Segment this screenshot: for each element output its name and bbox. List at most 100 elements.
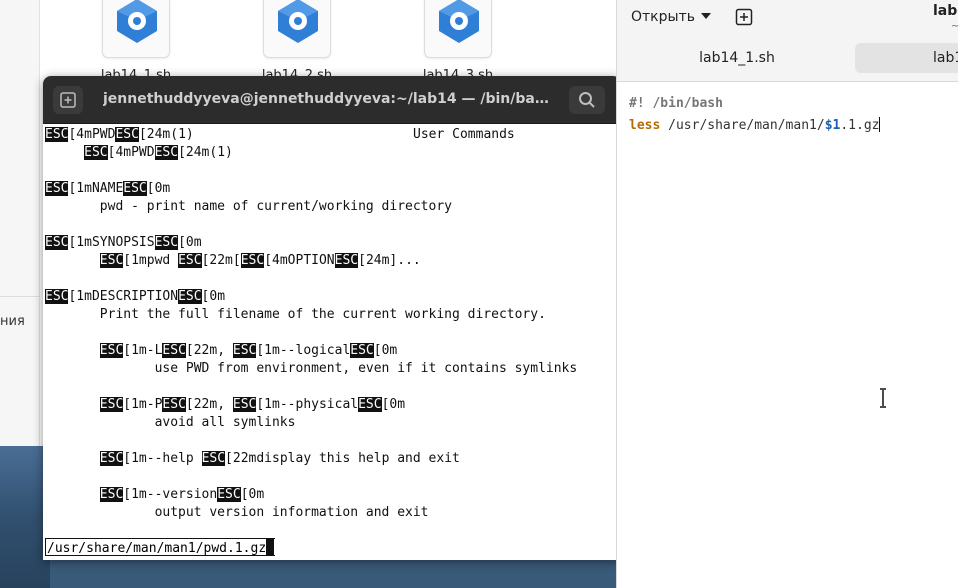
esc-marker: ESC — [162, 397, 186, 412]
code-text: .1.gz — [840, 118, 880, 133]
esc-marker: ESC — [334, 253, 359, 268]
terminal-text: [22m, — [185, 343, 233, 358]
code-line: #! /bin/bash — [629, 93, 723, 115]
new-tab-button[interactable] — [53, 86, 83, 114]
terminal-line: ESC[1mNAMEESC[0m — [43, 180, 621, 198]
terminal-text: [0m — [381, 397, 406, 412]
editor-tab-bar: lab14_1.sh lab1 — [617, 36, 958, 82]
esc-marker: ESC — [232, 397, 257, 412]
pager-prompt-text: /usr/share/man/man1/pwd.1.gz — [47, 541, 267, 556]
script-file-icon — [263, 0, 331, 58]
editor-subtitle: ~/ — [951, 21, 958, 32]
terminal-text: [24m(1) — [178, 145, 233, 160]
esc-marker: ESC — [178, 253, 202, 268]
open-button-label: Открыть — [631, 9, 695, 25]
terminal-search-button[interactable] — [569, 86, 605, 114]
text-caret — [879, 117, 881, 132]
sidebar-item-label[interactable]: ния — [0, 314, 25, 329]
esc-marker: ESC — [99, 397, 124, 412]
code-keyword: less — [629, 118, 661, 133]
terminal-text: [1m-L — [123, 343, 163, 358]
esc-marker: ESC — [350, 343, 374, 358]
terminal-line: output version information and exit — [45, 505, 429, 520]
esc-marker: ESC — [99, 487, 124, 502]
terminal-text: [1m--version — [123, 487, 218, 502]
terminal-line: pwd - print name of current/working dire… — [45, 199, 452, 214]
terminal-window[interactable]: jennethuddyyeva@jennethuddyyeva:~/lab14 … — [43, 76, 621, 560]
terminal-line: use PWD from environment, even if it con… — [45, 361, 578, 376]
terminal-text: [1m--logical — [256, 343, 351, 358]
terminal-text: [1m-P — [123, 397, 163, 412]
esc-marker: ESC — [358, 397, 382, 412]
esc-marker: ESC — [162, 343, 186, 358]
terminal-title: jennethuddyyeva@jennethuddyyeva:~/lab14 … — [103, 91, 551, 107]
esc-marker: ESC — [154, 235, 179, 250]
new-document-button[interactable] — [735, 8, 753, 30]
open-button[interactable]: Открыть — [631, 9, 711, 25]
tab-lab14-1[interactable]: lab14_1.sh — [623, 43, 851, 73]
terminal-line: ESC[1mpwd ESC[22m[ESC[4mOPTIONESC[24m]..… — [43, 252, 621, 270]
esc-marker: ESC — [115, 127, 139, 142]
terminal-text: [4mPWD — [107, 145, 155, 160]
code-variable: $1 — [824, 118, 841, 133]
ibeam-cursor-icon — [880, 388, 886, 408]
esc-marker: ESC — [178, 289, 202, 304]
code-text: /usr/share/man/man1/ — [660, 118, 825, 133]
terminal-line: ESC[1m--help ESC[22mdisplay this help an… — [43, 450, 621, 468]
script-file-icon — [424, 0, 492, 58]
esc-marker: ESC — [99, 343, 124, 358]
terminal-text: [4mOPTION — [264, 253, 335, 268]
script-file-icon — [102, 0, 170, 58]
esc-marker: ESC — [99, 253, 124, 268]
terminal-text: [24m]... — [358, 253, 421, 268]
file-manager-sidebar: ния — [0, 0, 40, 446]
terminal-line: Print the full filename of the current w… — [45, 307, 546, 322]
terminal-line: ESC[1m-PESC[22m, ESC[1m--physicalESC[0m — [43, 396, 621, 414]
sidebar-divider — [0, 296, 40, 297]
terminal-line: avoid all symlinks — [45, 415, 296, 430]
code-line: less /usr/share/man/man1/$1.1.gz — [629, 115, 881, 137]
terminal-line: ESC[4mPWDESC[24m(1) User Commands — [43, 126, 621, 144]
esc-marker: ESC — [45, 289, 69, 304]
esc-marker: ESC — [240, 253, 265, 268]
terminal-text: [22mdisplay this help and exit — [225, 451, 460, 466]
tab-active[interactable]: lab1 — [855, 43, 958, 73]
terminal-text: [1m--help — [123, 451, 202, 466]
terminal-text: [0m — [373, 343, 398, 358]
esc-marker: ESC — [232, 343, 257, 358]
editor-title: lab1 — [933, 3, 958, 19]
chevron-down-icon — [700, 13, 711, 19]
pager-prompt[interactable]: /usr/share/man/man1/pwd.1.gz — [45, 538, 276, 556]
terminal-line: ESC[1m-LESC[22m, ESC[1m--logicalESC[0m — [43, 342, 621, 360]
code-editor[interactable]: #! /bin/bash less /usr/share/man/man1/$1… — [617, 82, 958, 588]
search-icon — [579, 92, 595, 108]
terminal-text: [0m — [146, 181, 171, 196]
new-tab-icon — [60, 92, 76, 108]
terminal-text: [0m — [178, 235, 202, 250]
terminal-line: ESC[1mDESCRIPTIONESC[0m — [43, 288, 621, 306]
terminal-text: [4mPWD — [68, 127, 116, 142]
terminal-text: [1m--physical — [256, 397, 359, 412]
terminal-text: [22m[ — [201, 253, 241, 268]
esc-marker: ESC — [45, 181, 69, 196]
text-editor-window[interactable]: Открыть lab1 ~/ lab14_1.sh lab1 #! /bin/… — [616, 0, 958, 588]
esc-marker: ESC — [201, 451, 226, 466]
terminal-text: [1mSYNOPSIS — [68, 235, 155, 250]
terminal-output[interactable]: ESC[4mPWDESC[24m(1) User Commands ESC[4mP… — [43, 124, 621, 560]
terminal-text: [1mpwd — [123, 253, 179, 268]
terminal-text: [1mDESCRIPTION — [68, 289, 179, 304]
terminal-text: [22m, — [185, 397, 233, 412]
esc-marker: ESC — [217, 487, 241, 502]
esc-marker: ESC — [154, 145, 179, 160]
terminal-text: [1mNAME — [68, 181, 124, 196]
esc-marker: ESC — [99, 451, 124, 466]
esc-marker: ESC — [45, 127, 69, 142]
code-shebang: #! /bin/bash — [629, 96, 723, 111]
